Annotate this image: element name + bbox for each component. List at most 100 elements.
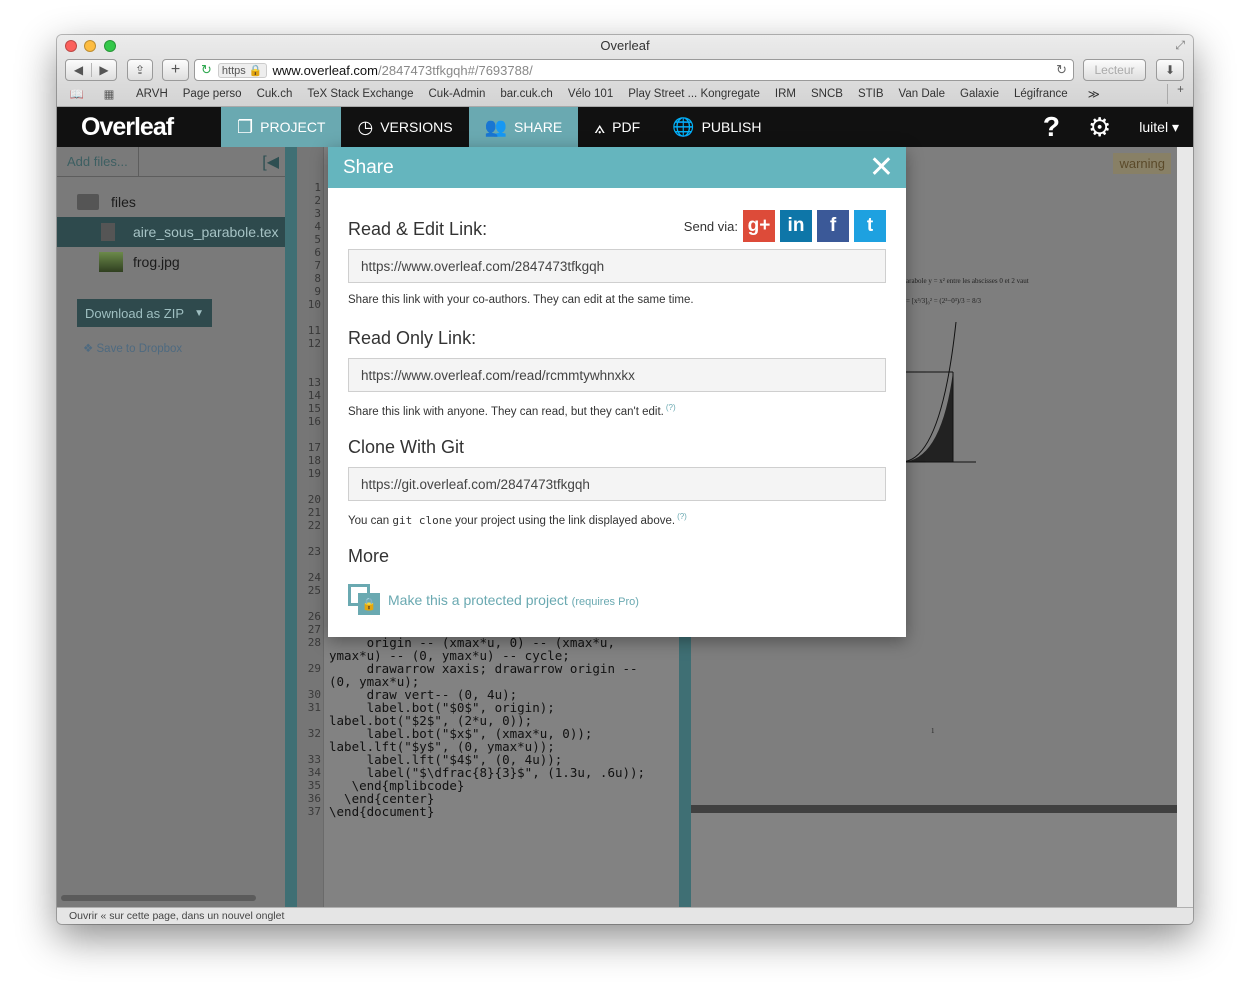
top-sites-grid-icon[interactable]: ▦	[97, 87, 121, 101]
bookmark-item[interactable]: ARVH	[136, 88, 168, 100]
line-number: 28	[307, 636, 321, 649]
pane-resizer[interactable]	[285, 147, 297, 907]
line-number: 24	[307, 571, 321, 584]
bookmark-item[interactable]: Van Dale	[899, 88, 945, 100]
bookmark-item[interactable]: Cuk-Admin	[429, 88, 486, 100]
line-number: 22	[307, 519, 321, 532]
bookmark-item[interactable]: Page perso	[183, 88, 242, 100]
line-number-gutter: 1 2 3 4 5 6 7 8 9 10 11 12 13 14 15 16 1…	[297, 147, 324, 907]
close-icon[interactable]: ✕	[869, 152, 894, 183]
bookmark-item[interactable]: Légifrance	[1014, 88, 1068, 100]
line-number: 21	[307, 506, 321, 519]
downloads-button[interactable]: ⬇	[1156, 59, 1184, 81]
line-number: 3	[314, 207, 321, 220]
tab-label: PUBLISH	[701, 119, 762, 135]
line-number: 8	[314, 272, 321, 285]
tab-share[interactable]: 👥 SHARE	[468, 107, 579, 147]
add-files-button[interactable]: Add files...	[57, 147, 139, 176]
bookmarks-bar: 📖 ▦ ARVH Page perso Cuk.ch TeX Stack Exc…	[57, 82, 1193, 106]
line-number: 36	[307, 792, 321, 805]
line-number: 35	[307, 779, 321, 792]
tab-publish[interactable]: 🌐 PUBLISH	[656, 107, 777, 147]
more-title: More	[348, 546, 390, 566]
collapse-pane-icon[interactable]: [◀	[262, 152, 279, 172]
bookmark-item[interactable]: SNCB	[811, 88, 843, 100]
google-plus-icon[interactable]: g+	[743, 210, 775, 242]
share-arrow-icon: ⇪	[134, 63, 146, 77]
bookmark-item[interactable]: Vélo 101	[568, 88, 613, 100]
fullscreen-icon[interactable]: ⤢	[1175, 38, 1185, 53]
line-number: 17	[307, 441, 321, 454]
back-arrow-icon[interactable]: ◀	[66, 63, 91, 77]
line-number: 37	[307, 805, 321, 818]
help-icon[interactable]: ?	[1043, 111, 1060, 143]
status-bar: Ouvrir « sur cette page, dans un nouvel …	[57, 907, 1193, 924]
bookmark-item[interactable]: TeX Stack Exchange	[307, 88, 413, 100]
line-number: 30	[307, 688, 321, 701]
bookmark-item[interactable]: bar.cuk.ch	[500, 88, 552, 100]
bookmark-item[interactable]: Galaxie	[960, 88, 999, 100]
user-name: luitel	[1139, 118, 1169, 135]
navbar-right: ? ⚙ luitel ▾	[1043, 107, 1193, 147]
bookmark-item[interactable]: STIB	[858, 88, 884, 100]
pdf-figure-graph	[901, 322, 976, 463]
file-item[interactable]: frog.jpg	[57, 247, 285, 277]
back-forward-group: ◀ ▶	[65, 59, 117, 81]
twitter-icon[interactable]: t	[854, 210, 886, 242]
help-tooltip-icon[interactable]: (?)	[666, 403, 676, 412]
tab-versions[interactable]: ◷ VERSIONS	[341, 107, 468, 147]
reader-button[interactable]: Lecteur	[1083, 59, 1146, 81]
git-link-field[interactable]: https://git.overleaf.com/2847473tfkgqh	[348, 467, 886, 501]
read-edit-help: Share this link with your co-authors. Th…	[348, 294, 694, 306]
overleaf-navbar: Overleaf ❐ PROJECT ◷ VERSIONS 👥 SHARE ⟑ …	[57, 107, 1193, 147]
line-number: 32	[307, 727, 321, 740]
file-item[interactable]: aire_sous_parabole.tex	[57, 217, 285, 247]
more-bookmarks-icon[interactable]: ≫	[1088, 87, 1100, 101]
gear-icon[interactable]: ⚙	[1088, 112, 1111, 143]
pdf-page-number: 1	[931, 727, 935, 735]
url-path: /2847473tfkgqh#/7693788/	[378, 62, 533, 78]
warning-badge[interactable]: warning	[1113, 153, 1171, 174]
protect-link-text: Make this a protected project	[388, 592, 568, 608]
globe-icon: 🌐	[672, 116, 695, 137]
bookmark-item[interactable]: IRM	[775, 88, 796, 100]
file-pane-toolbar: Add files... [◀	[57, 147, 285, 177]
read-only-help-text: Share this link with anyone. They can re…	[348, 405, 664, 418]
window-title: Overleaf	[600, 38, 650, 53]
bookmark-item[interactable]: Play Street ... Kongregate	[628, 88, 760, 100]
file-pane-scrollbar[interactable]	[61, 895, 256, 901]
forward-arrow-icon[interactable]: ▶	[90, 63, 116, 77]
pdf-page-separator	[691, 805, 1177, 813]
send-via-label: Send via:	[683, 218, 738, 234]
help-tooltip-icon[interactable]: (?)	[677, 512, 687, 521]
protect-project-link[interactable]: 🔒 Make this a protected project (require…	[348, 584, 639, 616]
tab-pdf[interactable]: ⟑ PDF	[578, 107, 656, 147]
clock-icon: ◷	[357, 116, 374, 137]
send-via-group: Send via: g+ in f t	[684, 210, 886, 242]
facebook-icon[interactable]: f	[817, 210, 849, 242]
bookmark-item[interactable]: Cuk.ch	[257, 88, 293, 100]
download-zip-button[interactable]: Download as ZIP ▼	[77, 299, 212, 327]
file-label: frog.jpg	[133, 254, 180, 270]
user-menu[interactable]: luitel ▾	[1139, 119, 1179, 136]
reload-icon[interactable]: ↻	[1056, 62, 1067, 78]
line-number: 29	[307, 662, 321, 675]
tab-project[interactable]: ❐ PROJECT	[221, 107, 342, 147]
protect-project-label: Make this a protected project (requires …	[388, 592, 639, 608]
line-number: 10	[307, 298, 321, 311]
add-tab-icon[interactable]: +	[1167, 84, 1193, 104]
address-bar[interactable]: ↻ https 🔒 www.overleaf.com /2847473tfkgq…	[194, 59, 1074, 81]
caret-down-icon[interactable]: ▼	[194, 308, 204, 319]
share-page-button[interactable]: ⇪	[127, 59, 153, 81]
new-tab-button[interactable]: +	[162, 59, 189, 81]
read-edit-link-field[interactable]: https://www.overleaf.com/2847473tfkgqh	[348, 249, 886, 283]
https-badge: https 🔒	[217, 62, 267, 78]
linkedin-icon[interactable]: in	[780, 210, 812, 242]
reading-list-icon[interactable]: 📖	[65, 87, 89, 101]
line-number: 6	[314, 246, 321, 259]
overleaf-logo[interactable]: Overleaf	[57, 107, 221, 147]
read-only-link-field[interactable]: https://www.overleaf.com/read/rcmmtywhnx…	[348, 358, 886, 392]
save-to-dropbox-button[interactable]: ❖ Save to Dropbox	[83, 341, 285, 355]
folder-item[interactable]: files	[57, 187, 285, 217]
lock-icon: 🔒	[348, 584, 380, 616]
